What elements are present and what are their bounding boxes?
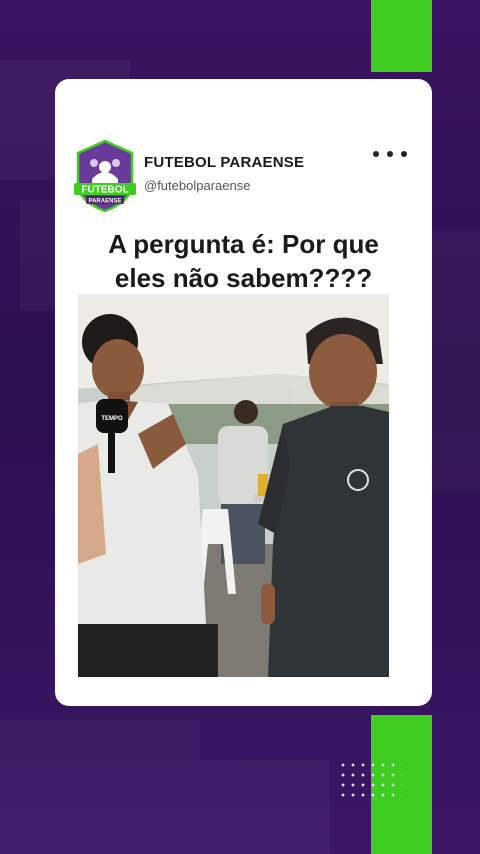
account-handle[interactable]: @futebolparaense (144, 178, 250, 193)
bg-panel (200, 760, 330, 854)
account-name[interactable]: FUTEBOL PARAENSE (144, 154, 304, 171)
logo-text-main: FUTEBOL (81, 185, 128, 196)
logo-text-sub: PARAENSE (89, 199, 122, 205)
bg-panel (430, 230, 480, 490)
mic-label: TEMPO (101, 416, 123, 422)
video-frame: TEMPO (78, 294, 389, 677)
video-player[interactable]: TEMPO (78, 294, 389, 677)
accent-bar-top (371, 0, 432, 72)
bg-panel (0, 720, 200, 854)
headline-line-2: eles não sabem???? (114, 263, 373, 293)
dot (373, 151, 379, 157)
more-options-icon[interactable] (373, 143, 407, 165)
dot (387, 151, 393, 157)
post-card: FUTEBOL PARAENSE FUTEBOL PARAENSE @futeb… (55, 79, 432, 706)
dot (401, 151, 407, 157)
post-headline: A pergunta é: Por que eles não sabem???? (55, 227, 432, 295)
headline-line-1: A pergunta é: Por que (108, 229, 379, 259)
dot-grid-decoration (338, 760, 402, 800)
futebol-paraense-logo[interactable]: FUTEBOL PARAENSE (74, 139, 136, 213)
